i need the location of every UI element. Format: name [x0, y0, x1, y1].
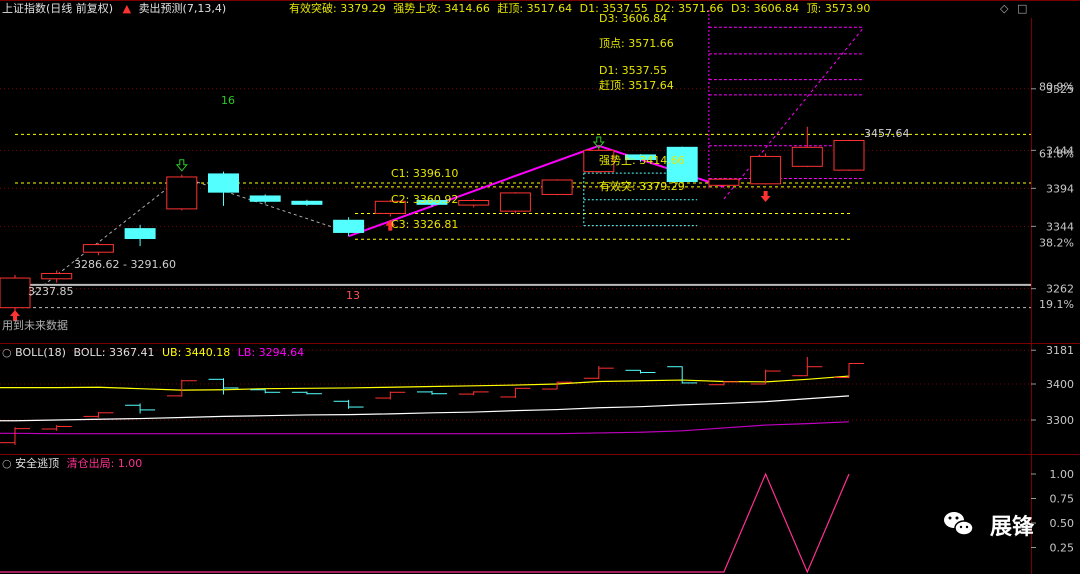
d1-item: D1: 3537.55 — [579, 2, 648, 15]
pct-label-3: 19.1% — [1039, 298, 1074, 311]
candle-body-8 — [333, 219, 365, 233]
boll-header: ○ BOLL(18) BOLL: 3367.41 UB: 3440.18 LB:… — [2, 346, 304, 360]
indicator-name[interactable]: 卖出预测(7,13,4) — [139, 2, 227, 15]
up-arrow-icon: ▲ — [122, 2, 132, 15]
pct-label-1: 61.8% — [1039, 147, 1074, 160]
future-data-note: 用到未来数据 — [2, 318, 68, 332]
escape-tick-label-1: 0.75 — [1050, 493, 1075, 506]
candle-body-1 — [41, 272, 73, 280]
boll-tick-label-0: 3400 — [1046, 378, 1074, 391]
breakout-label: 有效突: 3379.29 — [599, 179, 685, 193]
escape-tick-label-2: 0.50 — [1050, 517, 1075, 530]
candle-body-17 — [708, 178, 740, 186]
top-item: 顶: 3573.90 — [806, 2, 871, 15]
boll-legend-mid: BOLL: 3367.41 — [73, 346, 155, 359]
c3-label: C3: 3326.81 — [391, 218, 458, 231]
escape-legend: 清仓出局: 1.00 — [66, 457, 143, 470]
breakout-item: 有效突破: 3379.29 — [289, 2, 386, 15]
range-label: 3286.62 - 3291.60 — [74, 258, 176, 271]
strong-up-item: 强势上攻: 3414.66 — [393, 2, 490, 15]
diamond-icon[interactable]: ◇ — [1000, 2, 1008, 16]
count-label-16: 16 — [221, 94, 235, 107]
watermark-text: 展锋 — [990, 514, 1035, 540]
d3-item: D3: 3606.84 — [730, 2, 800, 15]
candle-body-7 — [291, 200, 323, 205]
chart-stage: 35253444339433443262318180.9%61.8%38.2%1… — [0, 0, 1080, 574]
escape-header: ○ 安全逃顶 清仓出局: 1.00 — [2, 457, 142, 471]
c2-label: C2: 3360.92 — [391, 193, 458, 206]
y-tick-label-4: 3262 — [1046, 283, 1074, 296]
boll-legend-ub: UB: 3440.18 — [161, 346, 231, 359]
pct-label-2: 38.2% — [1039, 236, 1074, 249]
candle-body-0 — [0, 277, 31, 309]
low-label: 3237.85 — [28, 285, 74, 298]
c1-label: C1: 3396.10 — [391, 167, 458, 180]
candle-body-4 — [166, 176, 198, 210]
header-values: 有效突破: 3379.29 强势上攻: 3414.66 赶顶: 3517.64 … — [289, 2, 870, 16]
peak-label: 顶点: 3571.66 — [599, 37, 674, 50]
boll-tick-label-1: 3300 — [1046, 414, 1074, 427]
boll-legend-lb: LB: 3294.64 — [237, 346, 305, 359]
y-tick-label-3: 3344 — [1046, 220, 1074, 233]
candle-body-19 — [791, 146, 823, 167]
square-icon[interactable]: □ — [1017, 2, 1027, 16]
count-label-13: 13 — [346, 289, 360, 302]
index-title[interactable]: 上证指数(日线 前复权) — [2, 2, 113, 15]
escape-tick-label-0: 1.00 — [1050, 468, 1075, 481]
boll-title[interactable]: BOLL(18) — [15, 346, 66, 359]
chase-top-label: 赶顶: 3517.64 — [599, 78, 674, 92]
escape-title[interactable]: 安全逃顶 — [15, 457, 59, 470]
escape-tick-label-3: 0.25 — [1050, 542, 1075, 555]
pct-label-0: 80.9% — [1039, 81, 1074, 94]
collapse-icon[interactable]: ○ — [2, 346, 12, 359]
strong-label: 强势上: 3414.66 — [599, 154, 685, 167]
candle-body-12 — [499, 192, 531, 212]
candle-body-13 — [541, 179, 573, 195]
candle-body-5 — [208, 173, 239, 193]
y-tick-label-2: 3394 — [1046, 182, 1074, 195]
candle-body-6 — [249, 195, 281, 202]
collapse-icon[interactable]: ○ — [2, 457, 12, 470]
candle-body-18 — [750, 155, 782, 185]
d2-item: D2: 3571.66 — [655, 2, 724, 15]
chase-top-item: 赶顶: 3517.64 — [497, 2, 573, 15]
candle-body-2 — [82, 244, 114, 253]
d1-label: D1: 3537.55 — [599, 64, 667, 77]
candle-body-20 — [833, 139, 865, 171]
candle-body-3 — [124, 228, 156, 240]
candle-body-11 — [458, 200, 490, 206]
y-tick-label-5: 3181 — [1046, 344, 1074, 357]
high-label: 3457.64 — [864, 127, 910, 140]
main-header: 上证指数(日线 前复权) ▲ 卖出预测(7,13,4) — [2, 2, 226, 16]
